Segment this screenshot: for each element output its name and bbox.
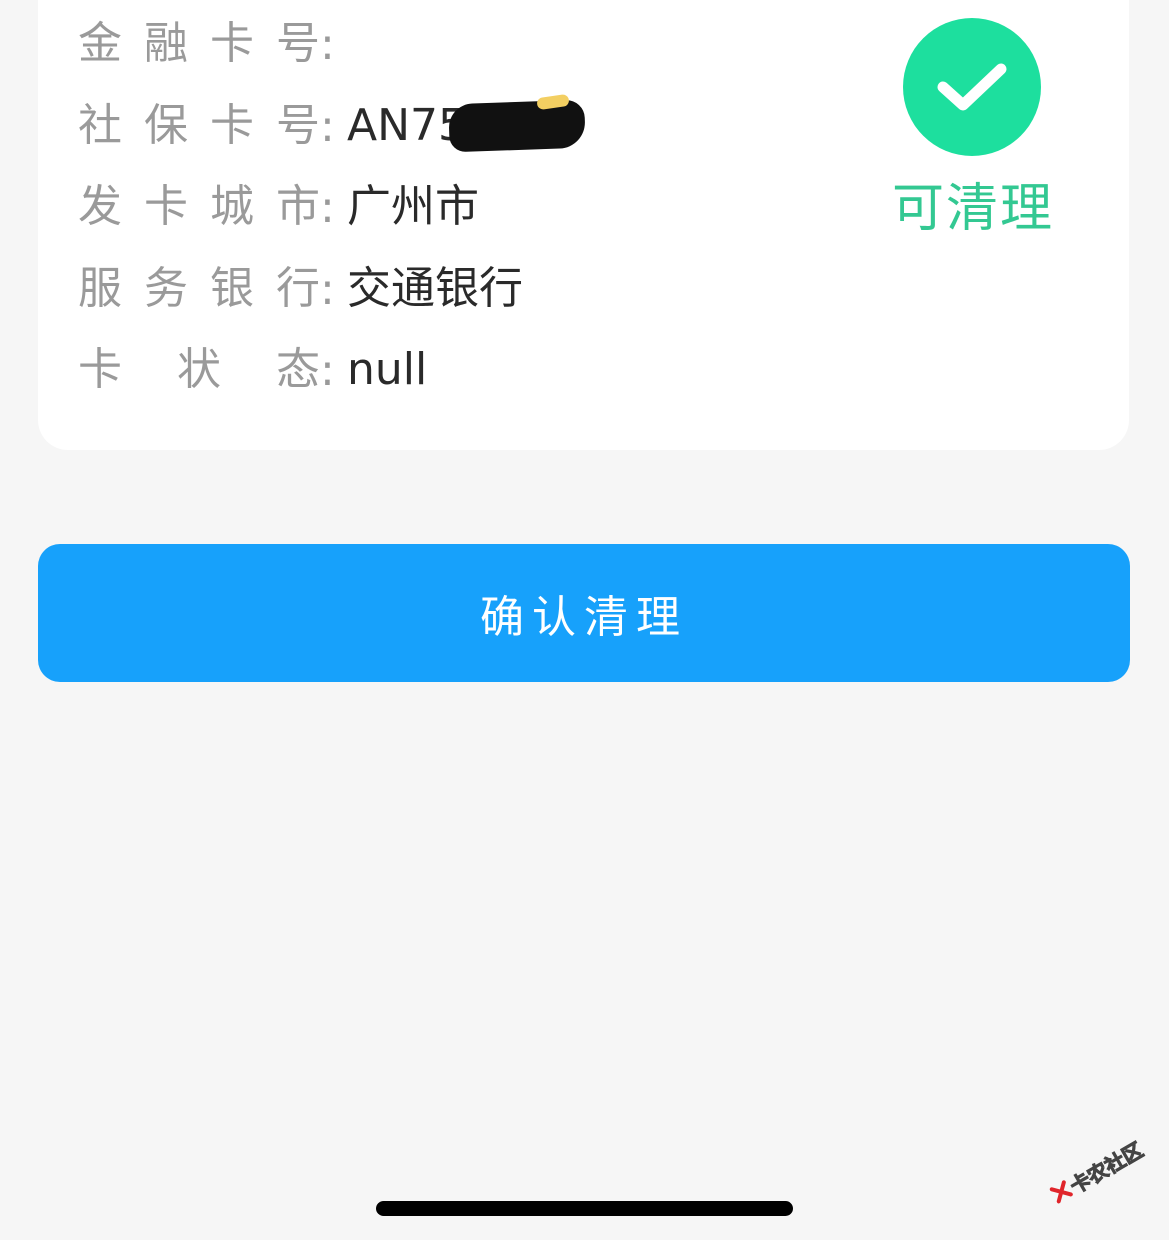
- label-colon: :: [320, 100, 335, 152]
- home-indicator[interactable]: [376, 1201, 793, 1216]
- redaction-mark: [448, 99, 586, 153]
- issuing-city-value: 广州市: [347, 181, 479, 232]
- issuing-city-label: 发 卡 城 市: [78, 181, 320, 232]
- issuing-city-row: 发 卡 城 市 : 广州市: [78, 177, 479, 237]
- social-security-card-number-row: 社 保 卡 号 : AN7540: [78, 93, 586, 156]
- financial-card-number-label: 金 融 卡 号: [78, 18, 320, 69]
- label-colon: :: [320, 181, 335, 233]
- check-icon: [903, 18, 1041, 156]
- card-status-label: 卡 状 态: [78, 344, 320, 395]
- checkmark-glyph: [937, 63, 1007, 111]
- social-security-card-number-label: 社 保 卡 号: [78, 100, 320, 151]
- card-status-value: null: [347, 344, 428, 395]
- watermark-text: 卡农社区: [1065, 1137, 1147, 1199]
- social-security-card-number-value: AN7540: [347, 93, 586, 156]
- service-bank-label: 服 务 银 行: [78, 263, 320, 314]
- watermark: 卡农社区: [1041, 1125, 1153, 1218]
- label-colon: :: [320, 263, 335, 315]
- service-bank-row: 服 务 银 行 : 交通银行: [78, 259, 523, 319]
- label-colon: :: [320, 18, 335, 70]
- financial-card-number-row: 金 融 卡 号 :: [78, 14, 347, 74]
- card-status-row: 卡 状 态 : null: [78, 340, 427, 400]
- service-bank-value: 交通银行: [347, 263, 523, 314]
- confirm-clear-button[interactable]: 确认清理: [38, 544, 1130, 682]
- label-colon: :: [320, 344, 335, 396]
- clearable-status: 可清理: [892, 18, 1052, 244]
- clearable-status-label: 可清理: [892, 179, 1055, 239]
- clear-card-page: 金 融 卡 号 : 社 保 卡 号 : AN7540 发 卡 城 市 : 广州市…: [0, 0, 1169, 1240]
